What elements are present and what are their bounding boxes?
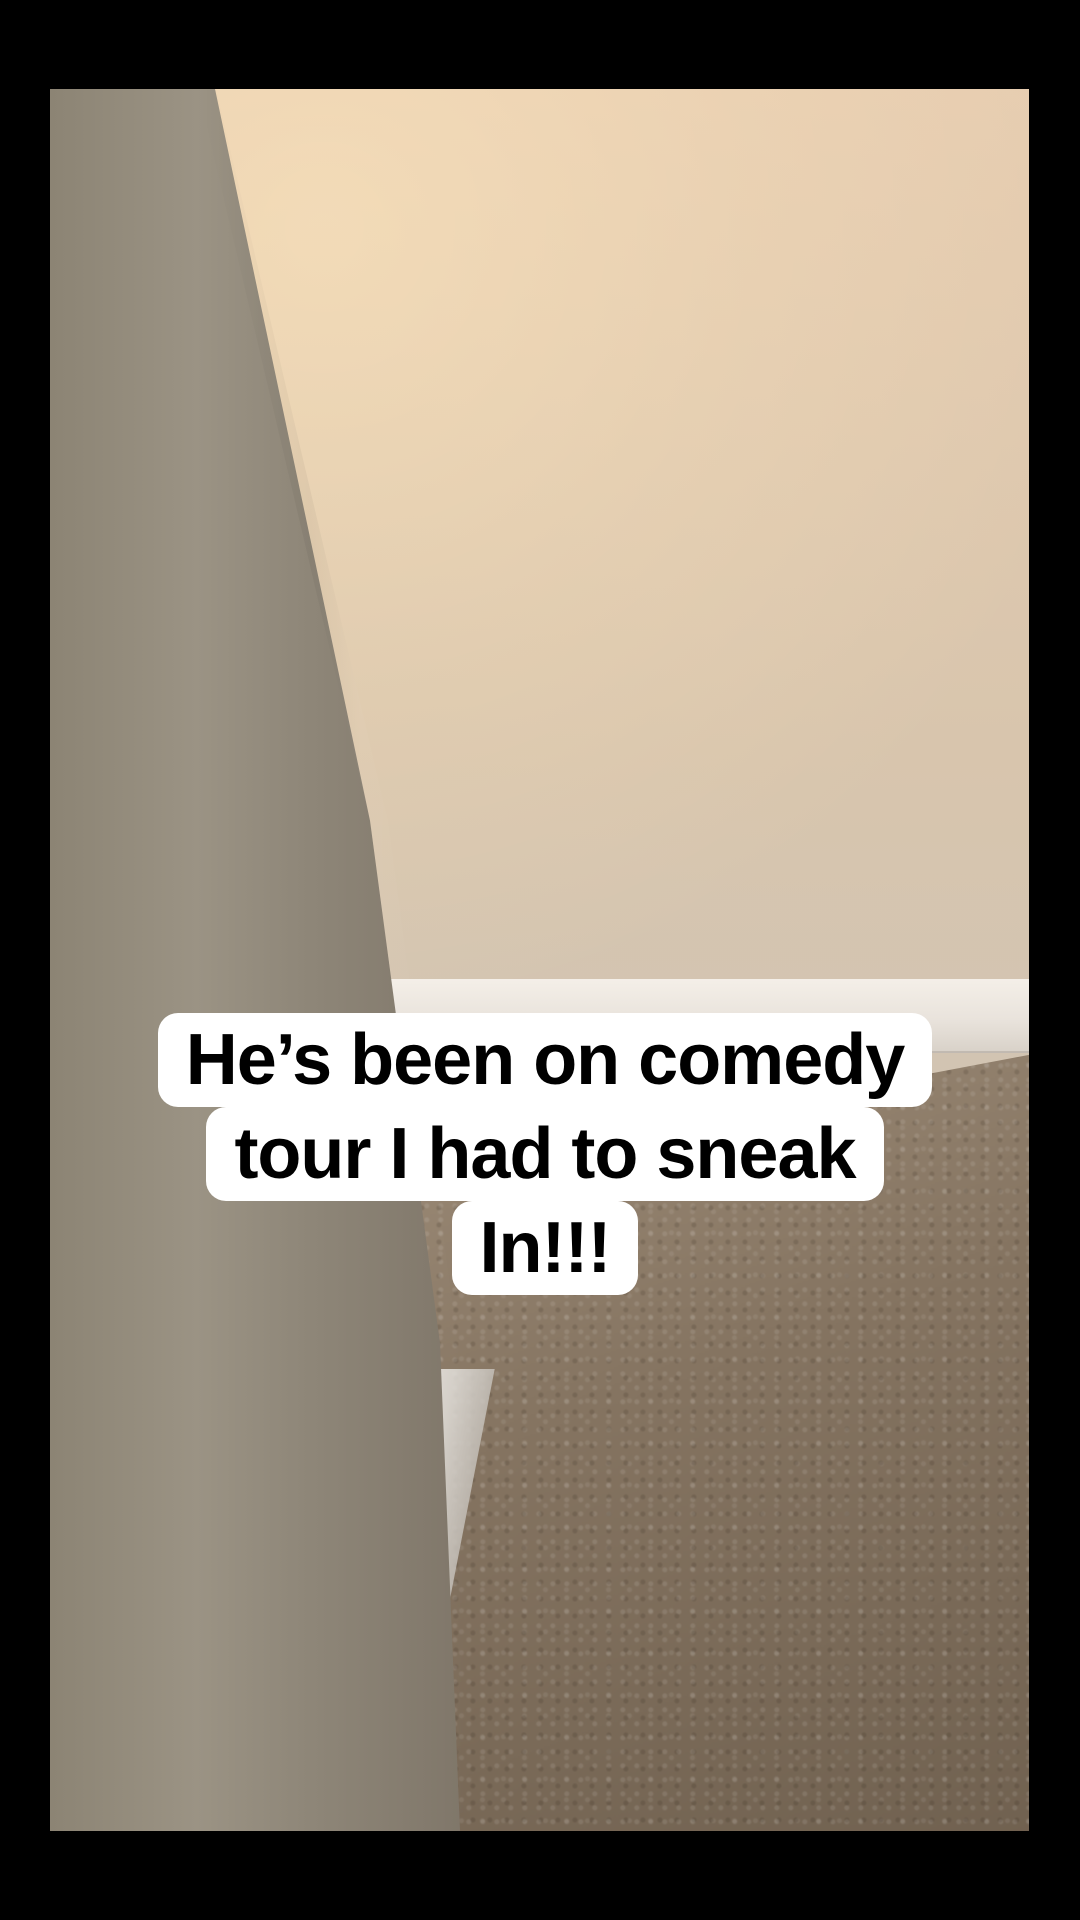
video-frame[interactable] bbox=[50, 89, 1029, 1831]
caption-line-1: He’s been on comedy bbox=[157, 1013, 933, 1107]
caption-overlay: He’s been on comedy tour I had to sneak … bbox=[120, 1013, 970, 1295]
caption-line-2: tour I had to sneak bbox=[206, 1107, 884, 1201]
caption-line-3: In!!! bbox=[451, 1201, 639, 1295]
video-screen: He’s been on comedy tour I had to sneak … bbox=[0, 0, 1080, 1920]
